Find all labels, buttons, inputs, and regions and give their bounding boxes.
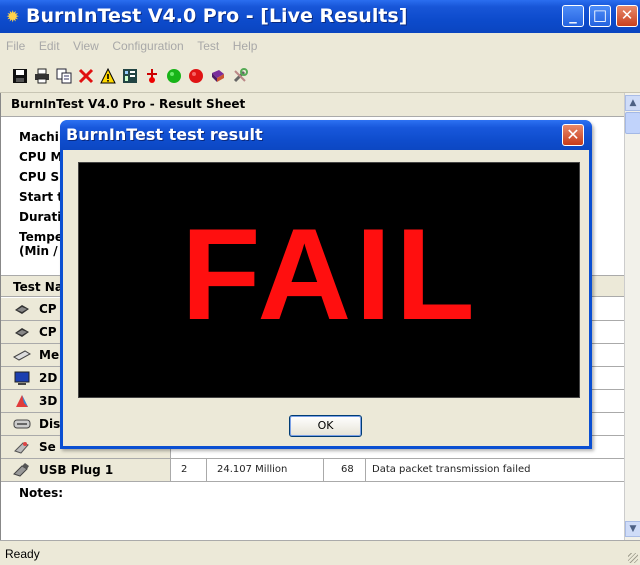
operations-cell: 24.107 Million [217,464,288,475]
menu-bar: File Edit View Configuration Test Help [0,33,640,59]
cpu-icon [13,301,31,317]
app-icon: ✹ [6,7,20,26]
result-sheet-header: BurnInTest V4.0 Pro - Result Sheet [1,93,625,117]
info-label-cpu-speed: CPU S [19,170,60,184]
window-title: BurnInTest V4.0 Pro - [Live Results] [26,5,408,27]
dialog-close-button[interactable]: ✕ [562,124,584,146]
temperature-icon[interactable] [144,68,160,84]
window-title-bar[interactable]: ✹ BurnInTest V4.0 Pro - [Live Results] _… [0,0,640,33]
test-name: 2D [39,371,58,385]
minimize-button[interactable]: _ [562,5,584,27]
test-result-dialog: BurnInTest test result ✕ FAIL OK [60,120,592,449]
cycles-cell: 2 [181,464,188,475]
copy-icon[interactable] [56,68,72,84]
menu-test[interactable]: Test [191,33,223,53]
disk-icon [13,416,31,432]
fail-result-text: FAIL [181,201,479,347]
info-label-temperature: Tempe [19,230,63,244]
3d-icon [13,393,31,409]
menu-file[interactable]: File [0,33,29,53]
test-name: Me [39,348,60,362]
usb-icon [13,462,31,478]
scroll-up-button[interactable]: ▲ [625,95,640,111]
test-name: Se [39,440,56,454]
info-label-duration: Durati [19,210,62,224]
menu-configuration[interactable]: Configuration [106,33,187,53]
info-label-temperature-minmax: (Min / [19,244,58,258]
test-name: USB Plug 1 [39,463,114,477]
dialog-title: BurnInTest test result [66,125,263,144]
status-bar: Ready [0,540,640,565]
info-label-cpu-make: CPU M [19,150,63,164]
menu-edit[interactable]: Edit [33,33,64,53]
test-name: 3D [39,394,58,408]
monitor-icon [13,370,31,386]
scroll-thumb[interactable] [625,112,640,134]
help-book-icon[interactable] [210,68,226,84]
table-row[interactable]: USB Plug 1 2 24.107 Million 68 Data pack… [1,459,625,482]
chart-icon[interactable] [122,68,138,84]
test-name: Dis [39,417,61,431]
scroll-down-button[interactable]: ▼ [625,521,640,537]
last-error-cell: Data packet transmission failed [372,464,531,475]
info-label-start-time: Start t [19,190,64,204]
vertical-scrollbar[interactable]: ▲ ▼ [624,93,640,540]
warning-icon[interactable] [100,68,116,84]
stop-icon[interactable] [188,68,204,84]
toolbar [0,59,640,93]
maximize-button[interactable]: □ [589,5,611,27]
close-button[interactable]: ✕ [616,5,638,27]
save-icon[interactable] [12,68,28,84]
menu-help[interactable]: Help [227,33,262,53]
test-name: CP [39,325,57,339]
menu-view[interactable]: View [67,33,103,53]
dialog-title-bar[interactable]: BurnInTest test result ✕ [60,120,592,150]
errors-cell: 68 [341,464,354,475]
start-icon[interactable] [166,68,182,84]
status-text: Ready [5,547,40,561]
cpu-icon [13,324,31,340]
result-panel: FAIL [78,162,580,398]
delete-icon[interactable] [78,68,94,84]
info-label-machine: Machi [19,130,59,144]
print-icon[interactable] [34,68,50,84]
ok-button[interactable]: OK [289,415,362,437]
serial-icon [13,439,31,455]
resize-grip-icon[interactable] [628,553,638,563]
tools-icon[interactable] [232,68,248,84]
notes-label: Notes: [19,486,64,500]
memory-icon [12,347,32,363]
test-name: CP [39,302,57,316]
